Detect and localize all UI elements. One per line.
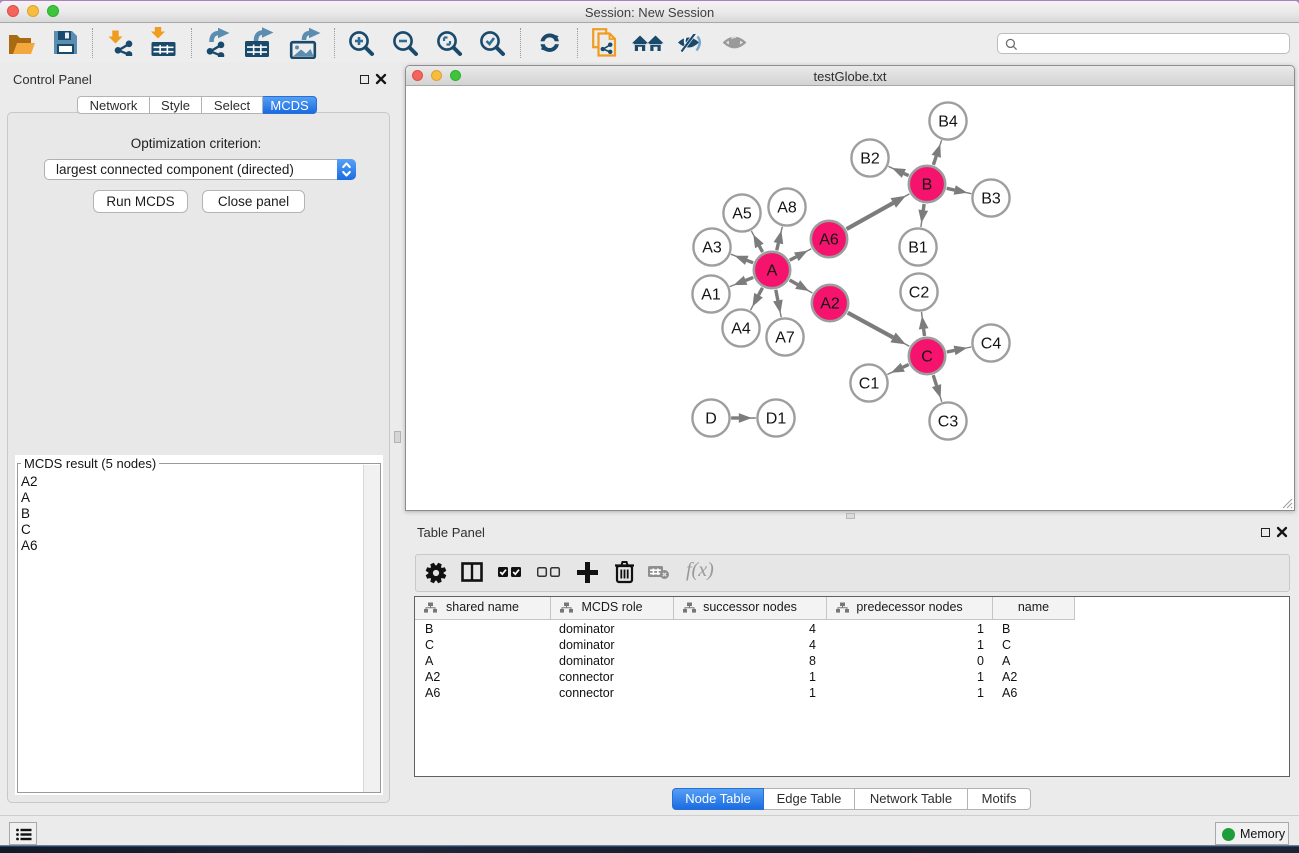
svg-text:C1: C1 [859,376,880,393]
svg-text:A8: A8 [777,200,797,217]
svg-text:A6: A6 [819,232,839,249]
svg-text:A4: A4 [731,321,751,338]
svg-text:C3: C3 [938,414,959,431]
svg-text:C4: C4 [981,336,1002,353]
svg-text:B4: B4 [938,114,958,131]
svg-text:A3: A3 [702,240,722,257]
svg-text:D1: D1 [766,411,787,428]
svg-text:C2: C2 [909,285,930,302]
svg-text:B: B [922,177,933,194]
svg-text:B3: B3 [981,191,1001,208]
svg-text:D: D [705,411,717,428]
svg-text:A5: A5 [732,206,752,223]
svg-text:A: A [767,263,778,280]
svg-text:A1: A1 [701,287,721,304]
svg-text:C: C [921,349,933,366]
svg-text:B1: B1 [908,240,928,257]
svg-text:A2: A2 [820,296,840,313]
svg-text:A7: A7 [775,330,795,347]
svg-text:B2: B2 [860,151,880,168]
